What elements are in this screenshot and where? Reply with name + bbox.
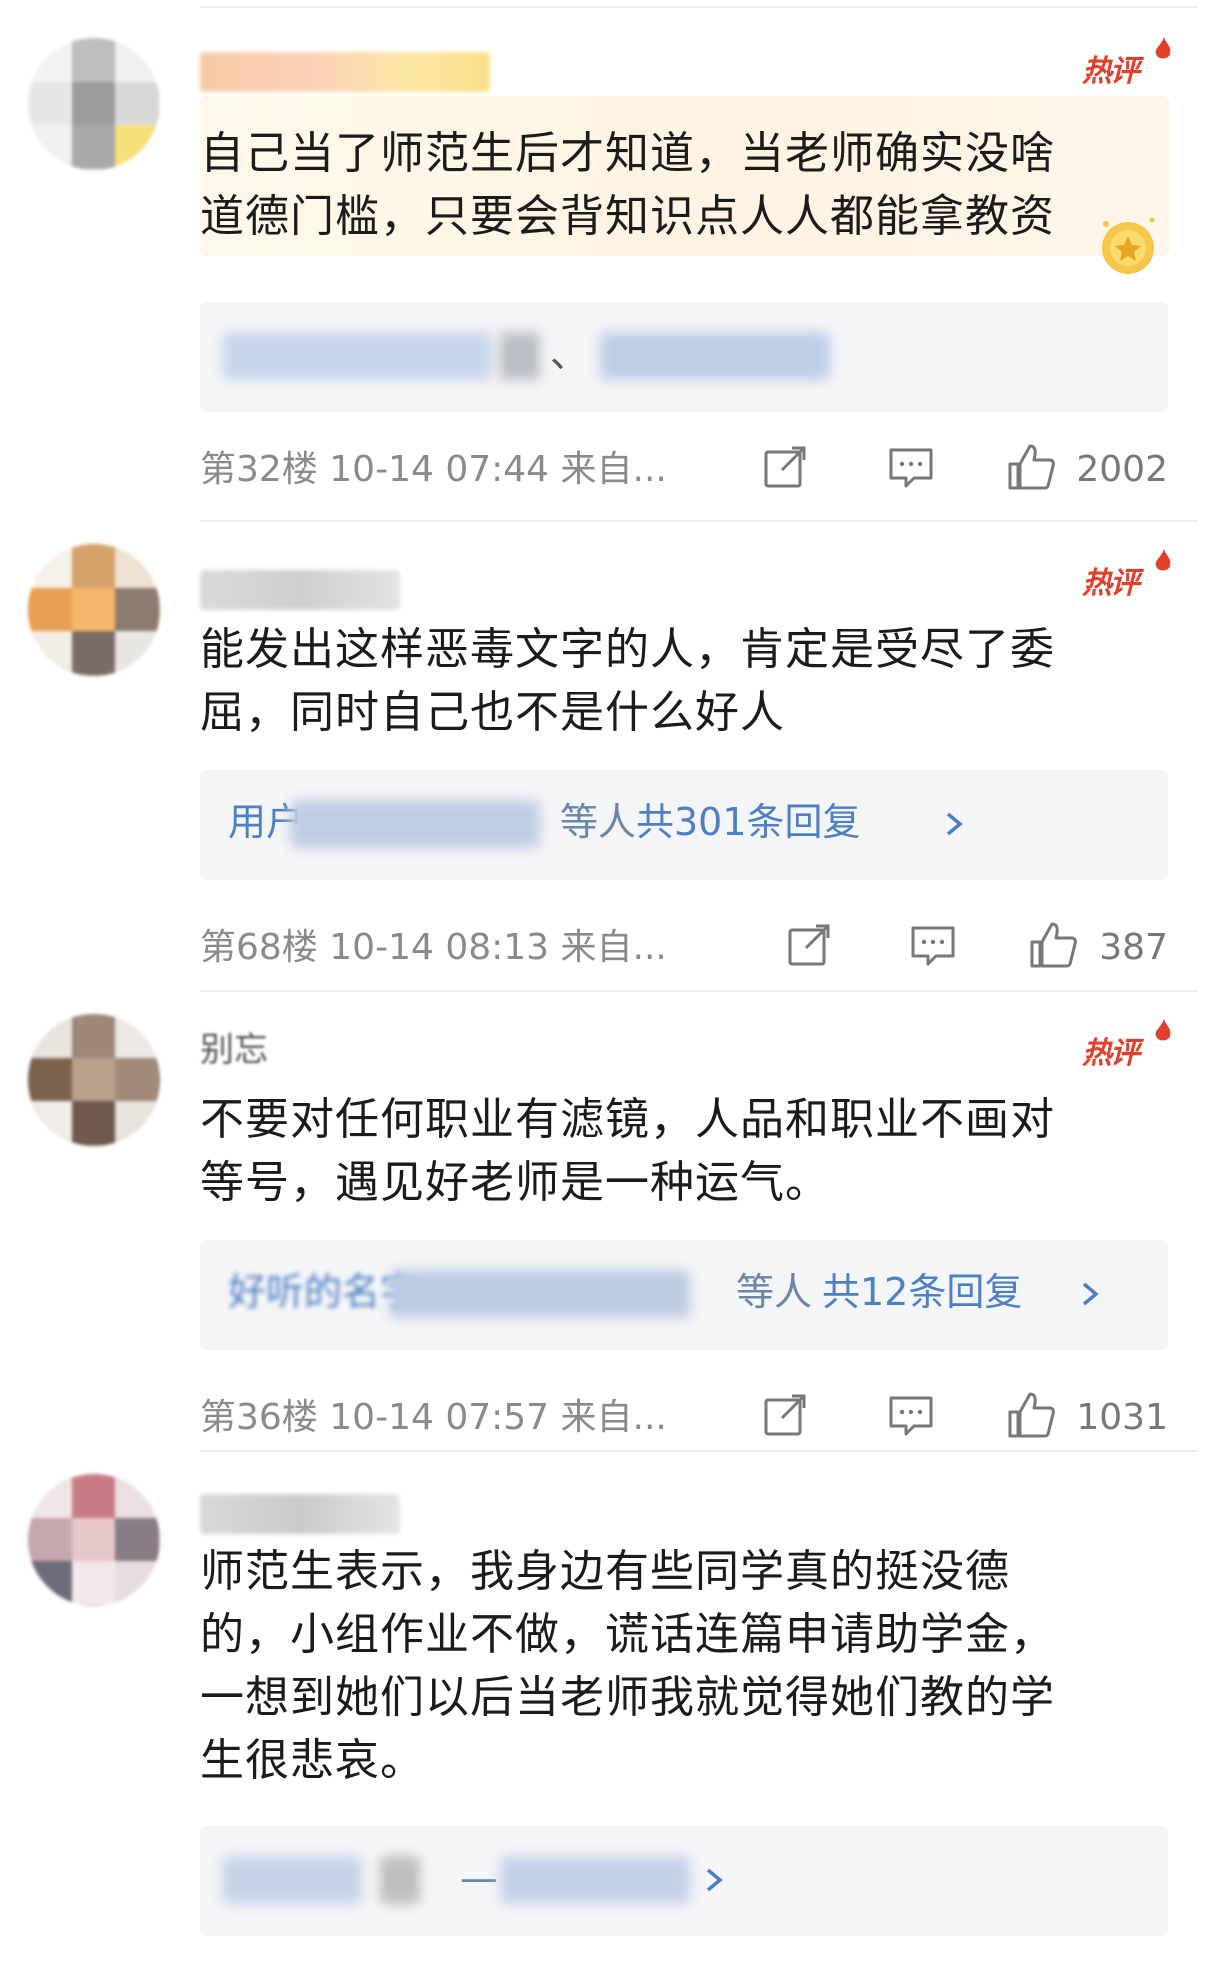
meta-info: 第36楼 10-14 07:57 来自... [200,1394,667,1442]
comment-item: 热评 能发出这样恶毒文字的人，肯定是受尽了委 屈，同时自己也不是什么好人 用户 … [0,520,1220,990]
divider [200,1450,1198,1452]
source-link[interactable]: 来自... [561,927,667,968]
comment-text: 不要对任何职业有滤镜，人品和职业不画对 等号，遇见好老师是一种运气。 [200,1088,1130,1214]
chevron-right-icon [946,812,963,836]
chevron-right-icon [1082,1282,1099,1306]
flame-icon [1155,1019,1171,1041]
blurred-content [500,332,540,380]
comment-text-line: 生很悲哀。 [200,1735,425,1786]
comment-item: 师范生表示，我身边有些同学真的挺没德 的，小组作业不做，谎话连篇申请助学金， 一… [0,1450,1220,1984]
share-icon[interactable] [760,1390,810,1440]
like-count: 1031 [1076,1397,1168,1438]
divider [200,6,1198,8]
reply-preview[interactable]: 用户 等人 共301条回复 [200,770,1168,880]
reply-count-link[interactable]: 共12条回复 [822,1264,1022,1320]
hot-comment-badge: 热评 [1082,37,1171,94]
avatar[interactable] [28,544,160,676]
username[interactable]: 别忘 [200,1030,360,1070]
share-icon[interactable] [784,920,834,970]
comment-icon[interactable] [886,1390,936,1440]
medal-icon [1102,217,1155,274]
avatar[interactable] [28,38,160,170]
blurred-content [500,1856,690,1904]
blurred-content [390,1270,690,1318]
flame-icon [1155,37,1171,59]
blurred-content [222,1856,362,1904]
comment-text-line: 一想到她们以后当老师我就觉得她们教的学 [200,1672,1055,1723]
username[interactable] [200,570,400,610]
reply-mid-text: 等人 [560,800,637,844]
comment-item: 热评 自己当了师范生后才知道，当老师确实没啥 道德门槛，只要会背知识点人人都能拿… [0,0,1220,520]
reply-text: 、 [550,332,589,376]
comment-text-line: 师范生表示，我身边有些同学真的挺没德 [200,1546,1010,1597]
reply-preview[interactable]: 、 [200,302,1168,412]
meta-info: 第32楼 10-14 07:44 来自... [200,446,667,494]
reply-preview[interactable]: 好听的名字 等人 共12条回复 [200,1240,1168,1350]
like-count: 2002 [1076,449,1168,490]
floor-number: 第36楼 [200,1397,318,1438]
blurred-content [600,332,830,380]
avatar[interactable] [28,1014,160,1146]
comment-icon[interactable] [908,920,958,970]
like-icon[interactable] [1006,1390,1056,1440]
comment-meta: 第68楼 10-14 08:13 来自... 387 [200,918,1168,978]
hot-badge-label: 热评 [1082,566,1140,601]
comment-text-line: 屈，同时自己也不是什么好人 [200,687,785,738]
share-icon[interactable] [760,442,810,492]
chevron-right-icon [706,1868,723,1892]
username[interactable] [200,1494,400,1534]
like-icon[interactable] [1028,920,1078,970]
comment-meta: 第32楼 10-14 07:44 来自... 2002 [200,440,1168,500]
divider [200,990,1198,992]
blurred-content [380,1856,420,1904]
like-icon[interactable] [1006,442,1056,492]
hot-comment-badge: 热评 [1082,549,1171,606]
hot-comment-badge: 热评 [1082,1019,1171,1076]
floor-number: 第68楼 [200,927,318,968]
reply-text: — [460,1856,498,1900]
comment-text-line: 能发出这样恶毒文字的人，肯定是受尽了委 [200,624,1055,675]
floor-number: 第32楼 [200,449,318,490]
hot-badge-label: 热评 [1082,54,1140,89]
comment-text: 师范生表示，我身边有些同学真的挺没德 的，小组作业不做，谎话连篇申请助学金， 一… [200,1540,1130,1792]
blurred-content [290,800,540,848]
avatar[interactable] [28,1474,160,1606]
comment-text: 能发出这样恶毒文字的人，肯定是受尽了委 屈，同时自己也不是什么好人 [200,618,1130,744]
timestamp: 10-14 07:44 [329,449,550,490]
like-count: 387 [1099,927,1168,968]
username-text: 别忘 [200,1030,268,1070]
source-link[interactable]: 来自... [561,1397,667,1438]
comment-list: 热评 自己当了师范生后才知道，当老师确实没啥 道德门槛，只要会背知识点人人都能拿… [0,0,1220,1984]
comment-text-line: 不要对任何职业有滤镜，人品和职业不画对 [200,1094,1055,1145]
comment-text-line: 道德门槛，只要会背知识点人人都能拿教资 [200,191,1055,242]
reply-preview[interactable]: — [200,1826,1168,1936]
hot-badge-label: 热评 [1082,1036,1140,1071]
timestamp: 10-14 08:13 [329,927,550,968]
comment-text-line: 的，小组作业不做，谎话连篇申请助学金， [200,1609,1055,1660]
comment-text: 自己当了师范生后才知道，当老师确实没啥 道德门槛，只要会背知识点人人都能拿教资 [200,122,1130,248]
meta-info: 第68楼 10-14 08:13 来自... [200,924,667,972]
source-link[interactable]: 来自... [561,449,667,490]
comment-text-line: 自己当了师范生后才知道，当老师确实没啥 [200,128,1055,179]
username[interactable] [200,52,490,92]
timestamp: 10-14 07:57 [329,1397,550,1438]
reply-mid-text: 等人 [736,1270,813,1314]
comment-meta: 第36楼 10-14 07:57 来自... 1031 [200,1388,1168,1448]
blurred-content [222,332,492,380]
comment-icon[interactable] [886,442,936,492]
divider [200,520,1198,522]
comment-item: 别忘 热评 不要对任何职业有滤镜，人品和职业不画对 等号，遇见好老师是一种运气。… [0,990,1220,1450]
reply-count-link[interactable]: 共301条回复 [636,794,861,850]
comment-text-line: 等号，遇见好老师是一种运气。 [200,1157,830,1208]
flame-icon [1155,549,1171,571]
